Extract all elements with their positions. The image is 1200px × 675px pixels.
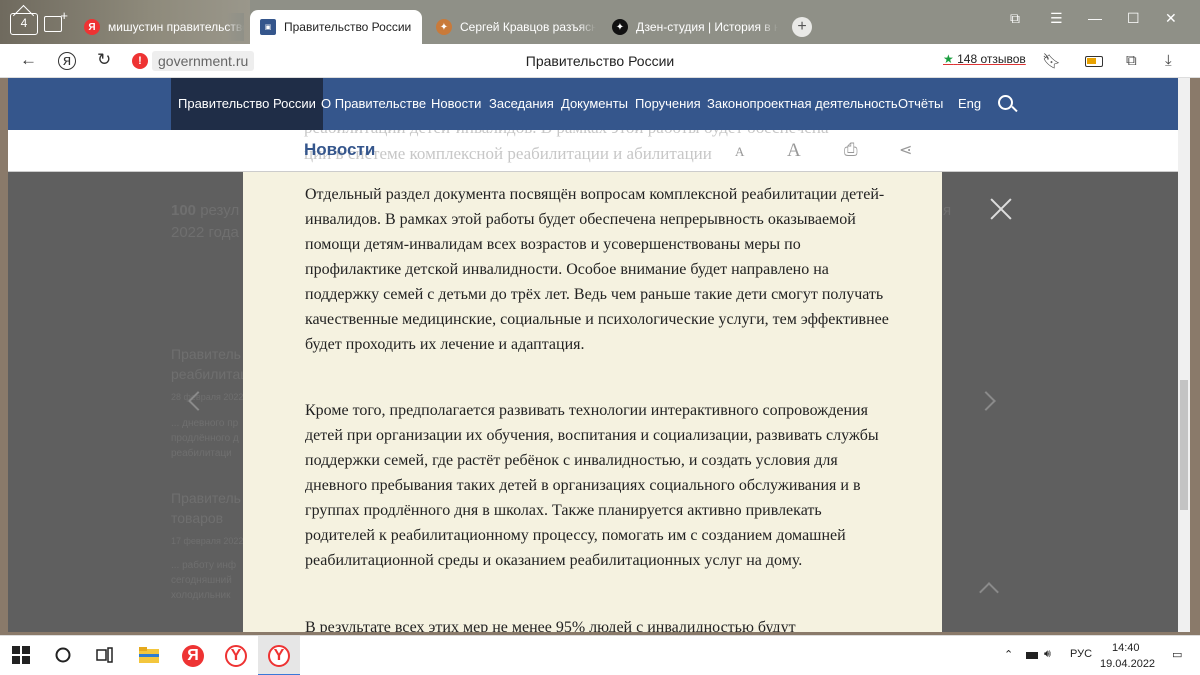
nav-legislation[interactable]: Законопроектная деятельность <box>707 78 898 130</box>
yandex-icon: Я <box>84 19 100 35</box>
tab-close-icon[interactable]: ✕ <box>421 19 422 36</box>
news-item-snippet: холодильник <box>171 590 231 601</box>
yandex-browser-active-icon[interactable]: Y <box>268 645 290 667</box>
page-scrollbar[interactable] <box>1178 78 1190 632</box>
star-icon: ★ <box>943 52 954 66</box>
menu-icon[interactable]: ☰ <box>1050 10 1063 27</box>
bookmarks-icon[interactable]: ⧉ <box>1010 10 1020 27</box>
tab-label: мишустин правительство <box>108 20 244 34</box>
nav-meetings[interactable]: Заседания <box>489 78 554 130</box>
search-icon[interactable] <box>54 646 74 666</box>
tab-4[interactable]: ✦ Дзен-студия | История в н <box>612 13 778 41</box>
yandex-browser-icon[interactable]: Y <box>225 645 247 667</box>
nav-instructions[interactable]: Поручения <box>635 78 701 130</box>
close-window-icon[interactable]: ✕ <box>1165 10 1177 27</box>
tab-3[interactable]: ✦ Сергей Кравцов разъясни <box>436 13 596 41</box>
clock-time[interactable]: 14:40 <box>1112 642 1140 654</box>
results-count: 100 резул <box>171 202 240 219</box>
nav-reports[interactable]: Отчёты <box>898 78 943 130</box>
language-indicator[interactable]: РУС <box>1070 648 1092 660</box>
article-toolbar: реабилитации детей-инвалидов. В рамках э… <box>8 130 1190 172</box>
tab-fade <box>578 13 596 41</box>
news-item-title: товаров <box>171 510 224 526</box>
tab-label: Сергей Кравцов разъясни <box>460 20 596 34</box>
bookmark-icon[interactable]: 🔖︎ <box>1042 52 1061 70</box>
windows-start-icon[interactable] <box>12 646 32 666</box>
task-view-icon[interactable] <box>96 646 116 666</box>
tab-label: Правительство России <box>284 20 412 34</box>
reviews-count: 148 отзывов <box>957 52 1026 66</box>
volume-icon[interactable]: 🔊︎ <box>1044 648 1051 661</box>
results-fragment: я <box>943 202 952 219</box>
eagle-icon: ✦ <box>436 19 452 35</box>
search-icon[interactable] <box>998 95 1013 110</box>
news-item-title: Правитель <box>171 490 241 506</box>
file-explorer-icon[interactable] <box>139 646 159 666</box>
collections-icon[interactable]: ⧉ <box>1126 52 1137 69</box>
reviews-link[interactable]: ★ 148 отзывов <box>943 52 1026 66</box>
browser-tab-bar: 4 Я мишустин правительство ▣ Правительст… <box>0 0 1200 44</box>
news-item-date: 17 февраля 2022 <box>171 536 244 546</box>
news-item-snippet: реабилитаци <box>171 448 232 459</box>
article-modal: Отдельный раздел документа посвящён вопр… <box>243 172 942 632</box>
article-paragraph: В результате всех этих мер не менее 95% … <box>305 619 796 632</box>
new-window-icon[interactable] <box>44 8 68 32</box>
close-modal-icon[interactable] <box>989 197 1013 221</box>
article-paragraph: Отдельный раздел документа посвящён вопр… <box>305 186 889 353</box>
tray-chevron-icon[interactable]: ⌃ <box>1004 648 1013 661</box>
site-navigation: Правительство России О Правительстве Нов… <box>8 78 1190 130</box>
minimize-icon[interactable]: — <box>1088 10 1102 26</box>
nav-government[interactable]: Правительство России <box>171 78 323 130</box>
zen-icon: ✦ <box>612 19 628 35</box>
tab-count-button[interactable]: 4 <box>10 13 38 35</box>
font-increase-button[interactable]: A <box>787 140 801 162</box>
news-item-snippet: ... работу инф <box>171 560 237 571</box>
tab-fade <box>760 13 778 41</box>
scrolled-text-ghost: реабилитации детей-инвалидов. В рамках э… <box>304 130 829 138</box>
news-item-snippet: ... дневного пр <box>171 418 239 429</box>
nav-documents[interactable]: Документы <box>561 78 628 130</box>
notifications-icon[interactable]: ▭ <box>1172 648 1182 661</box>
yandex-icon[interactable]: Я <box>182 645 204 667</box>
address-bar: ← я ↻ ! government.ru Правительство Росс… <box>0 44 1200 78</box>
article-paragraph: Кроме того, предполагается развивать тех… <box>305 402 879 569</box>
share-icon[interactable]: ⋖ <box>899 140 912 160</box>
government-emblem-icon: ▣ <box>260 19 276 35</box>
section-title[interactable]: Новости <box>304 140 375 160</box>
windows-taskbar: Я Y Y ⌃ 🔊︎ РУС 14:40 19.04.2022 ▭ <box>0 635 1200 675</box>
download-icon[interactable]: ⤓ <box>1165 52 1172 69</box>
clock-date[interactable]: 19.04.2022 <box>1100 658 1155 670</box>
news-item-snippet: сегодняшний <box>171 575 232 586</box>
new-tab-button[interactable]: + <box>792 17 812 37</box>
nav-english[interactable]: Eng <box>958 78 981 130</box>
tab-2-active[interactable]: ▣ Правительство России ✕ <box>250 10 422 44</box>
tab-1[interactable]: Я мишустин правительство <box>84 13 244 41</box>
news-item-snippet: продлённого д <box>171 433 239 444</box>
print-icon[interactable]: ⎙ <box>844 140 858 160</box>
font-decrease-button[interactable]: A <box>735 144 744 160</box>
maximize-icon[interactable]: ☐ <box>1127 10 1140 27</box>
nav-about[interactable]: О Правительстве <box>321 78 426 130</box>
nav-news[interactable]: Новости <box>431 78 481 130</box>
battery-icon[interactable] <box>1085 56 1103 67</box>
results-year: 2022 года <box>171 224 239 241</box>
scrollbar-thumb[interactable] <box>1180 380 1188 510</box>
news-item-title: Правитель <box>171 346 241 362</box>
tab-fade <box>226 13 244 41</box>
news-item-title: реабилитац <box>171 366 249 382</box>
tab-label: Дзен-студия | История в н <box>636 20 778 34</box>
battery-tray-icon[interactable] <box>1026 652 1038 659</box>
